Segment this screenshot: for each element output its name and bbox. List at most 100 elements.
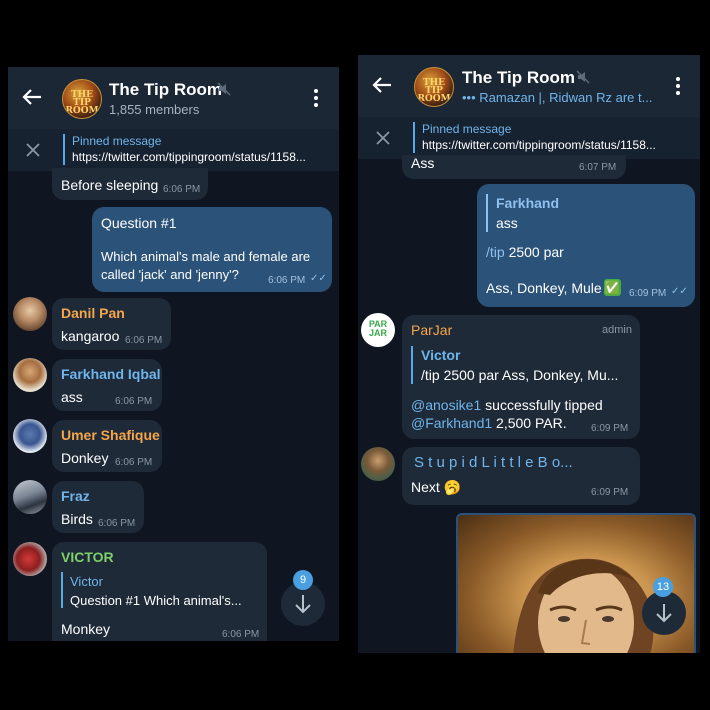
unread-count-badge: 13 [653, 577, 673, 597]
sender-name[interactable]: VICTOR [61, 549, 114, 565]
back-arrow-icon[interactable] [22, 88, 42, 106]
pinned-text: https://twitter.com/tippingroom/status/1… [422, 138, 656, 152]
sender-name[interactable]: Fraz [61, 488, 90, 504]
chat-header: THE TIP ROOM The Tip Room ••• Ramazan |,… [358, 55, 700, 117]
reply-accent-bar [411, 346, 413, 384]
close-icon[interactable] [376, 131, 390, 145]
typing-text: Ramazan |, Ridwan Rz are t... [479, 90, 653, 105]
avatar[interactable] [361, 447, 395, 481]
message-text: Ass, Donkey, Mule [486, 280, 602, 296]
typing-dots-icon: ••• [462, 90, 476, 105]
parjar-logo-text: PAR JAR [368, 319, 388, 338]
sender-name[interactable]: Danil Pan [61, 305, 125, 321]
sender-name[interactable]: ParJar [411, 322, 452, 338]
command-args: 2500 par [504, 244, 564, 260]
avatar[interactable] [13, 297, 47, 331]
more-options-icon[interactable] [314, 89, 318, 107]
message-time: 6:06 PM [222, 629, 260, 640]
reply-sender: Victor [70, 574, 103, 589]
reply-accent-bar [61, 572, 63, 608]
mention-link[interactable]: @Farkhand1 [411, 415, 492, 431]
chat-title[interactable]: The Tip Room [109, 80, 222, 100]
yawning-emoji: 🥱 [443, 479, 462, 495]
message-time: 6:06 PM [268, 275, 306, 286]
avatar[interactable]: PAR JAR [361, 313, 395, 347]
arrow-down-icon [656, 604, 672, 623]
command-link[interactable]: /tip [486, 244, 505, 260]
back-arrow-icon[interactable] [372, 76, 392, 94]
message-bubble[interactable]: Danil Pan kangaroo 6:06 PM [52, 298, 171, 350]
pinned-text: https://twitter.com/tippingroom/status/1… [72, 150, 306, 164]
tip-result-line-2: @Farkhand1 2,500 PAR. [411, 415, 567, 431]
read-checks-icon: ✓✓ [671, 286, 688, 297]
message-time: 6:09 PM [591, 423, 629, 434]
tip-result-text: successfully tipped [481, 397, 603, 413]
mention-link[interactable]: @anosike1 [411, 397, 481, 413]
message-text: Next 🥱 [411, 479, 461, 496]
message-bubble[interactable]: ParJar admin Victor /tip 2500 par Ass, D… [402, 315, 640, 439]
avatar[interactable] [13, 542, 47, 576]
reply-sender: Victor [421, 347, 461, 363]
message-time: 6:07 PM [579, 162, 617, 173]
message-bubble[interactable]: Umer Shafique Donkey 6:06 PM [52, 420, 162, 472]
reply-text: /tip 2500 par Ass, Donkey, Mu... [421, 367, 619, 383]
arrow-down-icon [295, 595, 311, 614]
sender-name[interactable]: Umer Shafique [61, 427, 160, 443]
tip-result-line-1: @anosike1 successfully tipped [411, 397, 603, 413]
avatar[interactable] [13, 480, 47, 514]
avatar[interactable] [13, 358, 47, 392]
outgoing-message-bubble[interactable]: Farkhand ass /tip 2500 par Ass, Donkey, … [477, 184, 695, 307]
message-bubble[interactable]: VICTOR Victor Question #1 Which animal's… [52, 542, 267, 641]
message-text: Monkey [61, 621, 111, 637]
question-title: Question #1 [101, 215, 177, 231]
pinned-accent-bar [63, 134, 65, 165]
message-bubble[interactable]: Before sleeping 6:06 PM [52, 168, 208, 200]
message-time: 6:09 PM [629, 288, 667, 299]
read-checks-icon: ✓✓ [310, 273, 327, 284]
admin-badge: admin [602, 324, 632, 336]
muted-icon [576, 70, 590, 84]
question-line-1: Which animal's male and female are [101, 249, 311, 264]
message-text: ass [61, 389, 83, 405]
group-logo-text: THE TIP ROOM [417, 78, 451, 104]
outgoing-message-bubble[interactable]: Question #1 Which animal's male and fema… [92, 207, 332, 292]
question-line-2: called 'jack' and 'jenny'? [101, 267, 239, 282]
pinned-message-bar[interactable]: Pinned message https://twitter.com/tippi… [8, 129, 339, 171]
pinned-accent-bar [413, 122, 415, 153]
group-logo-text: THE TIP ROOM [65, 90, 99, 116]
message-time: 6:09 PM [591, 487, 629, 498]
message-bubble[interactable]: Ass 6:07 PM [402, 155, 626, 179]
muted-icon [217, 82, 231, 96]
chat-screen-right: THE TIP ROOM The Tip Room ••• Ramazan |,… [358, 55, 700, 653]
group-avatar[interactable]: THE TIP ROOM [414, 67, 454, 107]
message-bubble[interactable]: Farkhand Iqbal ass 6:06 PM [52, 359, 162, 411]
pinned-label: Pinned message [422, 122, 512, 136]
message-text: kangaroo [61, 328, 120, 344]
chat-header: THE TIP ROOM The Tip Room 1,855 members [8, 67, 339, 129]
sender-name[interactable]: S t u p i d L i t t l e B o... [414, 454, 573, 471]
message-time: 6:06 PM [115, 457, 153, 468]
sender-name[interactable]: Farkhand Iqbal [61, 366, 161, 382]
more-options-icon[interactable] [676, 77, 680, 95]
tip-command: /tip 2500 par [486, 244, 564, 260]
message-time: 6:06 PM [98, 518, 136, 529]
message-bubble[interactable]: Fraz Birds 6:06 PM [52, 481, 144, 533]
pinned-label: Pinned message [72, 134, 162, 148]
typing-status: ••• Ramazan |, Ridwan Rz are t... [462, 90, 652, 105]
message-bubble[interactable]: S t u p i d L i t t l e B o... Next 🥱 6:… [402, 447, 640, 505]
message-time: 6:06 PM [115, 396, 153, 407]
member-count: 1,855 members [109, 102, 200, 117]
message-time: 6:06 PM [163, 184, 201, 195]
chat-title[interactable]: The Tip Room [462, 68, 575, 88]
message-text: Before sleeping [61, 177, 159, 193]
close-icon[interactable] [26, 143, 40, 157]
message-text: Ass [411, 155, 435, 171]
pinned-message-bar[interactable]: Pinned message https://twitter.com/tippi… [358, 117, 700, 159]
message-time: 6:06 PM [125, 335, 163, 346]
scroll-down-button[interactable] [642, 591, 686, 635]
group-avatar[interactable]: THE TIP ROOM [62, 79, 102, 119]
unread-count-badge: 9 [293, 570, 313, 590]
reply-text: Question #1 Which animal's... [70, 593, 242, 608]
reply-sender: Farkhand [496, 195, 560, 211]
avatar[interactable] [13, 419, 47, 453]
